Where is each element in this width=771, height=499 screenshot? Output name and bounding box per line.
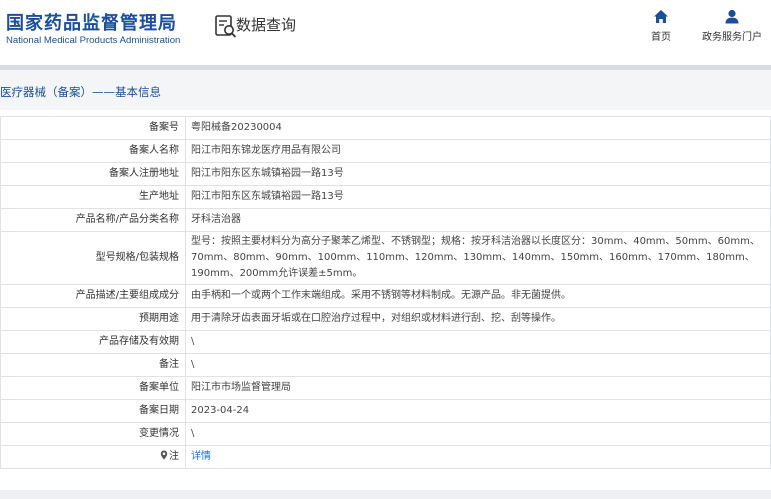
- row-label-storage-validity: 产品存储及有效期: [0, 330, 186, 354]
- row-value-product-name: 牙科洁治器: [185, 208, 771, 232]
- details-link[interactable]: 详情: [191, 451, 211, 462]
- table-row: 预期用途 用于清除牙齿表面牙垢或在口腔治疗过程中，对组织或材料进行刮、挖、刮等操…: [0, 307, 771, 331]
- row-label-remarks: 备注: [0, 353, 186, 377]
- row-value-description: 由手柄和一个或两个工作末端组成。采用不锈钢等材料制成。无源产品。非无菌提供。: [185, 284, 771, 308]
- nav-home[interactable]: 首页: [646, 9, 676, 43]
- row-value-intended-use: 用于清除牙齿表面牙垢或在口腔治疗过程中，对组织或材料进行刮、挖、刮等操作。: [185, 307, 771, 331]
- row-value-remarks: \: [185, 353, 771, 377]
- table-row: 注 详情: [0, 445, 771, 469]
- row-label-note: 注: [0, 445, 186, 469]
- row-value-production-address: 阳江市阳东区东城镇裕园一路13号: [185, 185, 771, 209]
- record-detail-table: 备案号 粤阳械备20230004 备案人名称 阳江市阳东锦龙医疗用品有限公司 备…: [0, 116, 771, 469]
- row-label-description: 产品描述/主要组成成分: [0, 284, 186, 308]
- row-value-registrant-name: 阳江市阳东锦龙医疗用品有限公司: [185, 139, 771, 163]
- row-value-filing-date: 2023-04-24: [185, 399, 771, 423]
- row-label-model-spec: 型号规格/包装规格: [0, 231, 186, 285]
- row-label-registrant-name: 备案人名称: [0, 139, 186, 163]
- nav-home-label: 首页: [651, 32, 671, 43]
- logo-title[interactable]: 国家药品监督管理局: [6, 9, 177, 35]
- row-value-filing-unit: 阳江市市场监督管理局: [185, 376, 771, 400]
- user-icon: [725, 9, 739, 24]
- row-value-record-number: 粤阳械备20230004: [185, 116, 771, 140]
- row-label-filing-date: 备案日期: [0, 399, 186, 423]
- table-row: 备案人注册地址 阳江市阳东区东城镇裕园一路13号: [0, 162, 771, 186]
- site-header: 国家药品监督管理局 National Medical Products Admi…: [0, 0, 771, 64]
- logo-subtitle: National Medical Products Administration: [6, 35, 181, 46]
- home-icon: [654, 10, 668, 23]
- table-row: 产品名称/产品分类名称 牙科洁治器: [0, 208, 771, 232]
- row-value-note: 详情: [185, 445, 771, 469]
- row-value-change-status: \: [185, 422, 771, 446]
- table-row: 备注 \: [0, 353, 771, 377]
- table-row: 产品描述/主要组成成分 由手柄和一个或两个工作末端组成。采用不锈钢等材料制成。无…: [0, 284, 771, 308]
- row-label-production-address: 生产地址: [0, 185, 186, 209]
- row-value-registered-address: 阳江市阳东区东城镇裕园一路13号: [185, 162, 771, 186]
- page-section-title: 数据查询: [236, 16, 297, 34]
- table-row: 产品存储及有效期 \: [0, 330, 771, 354]
- breadcrumb-page: 基本信息: [115, 85, 161, 99]
- row-label-product-name: 产品名称/产品分类名称: [0, 208, 186, 232]
- row-value-model-spec: 型号：按照主要材料分为高分子聚苯乙烯型、不锈钢型；规格：按牙科洁治器以长度区分：…: [185, 231, 771, 285]
- row-label-intended-use: 预期用途: [0, 307, 186, 331]
- breadcrumb: 医疗器械（备案）——基本信息: [0, 84, 161, 100]
- footer-strip: [0, 490, 771, 499]
- nav-service-portal[interactable]: 政务服务门户: [698, 9, 766, 43]
- row-label-filing-unit: 备案单位: [0, 376, 186, 400]
- table-row: 生产地址 阳江市阳东区东城镇裕园一路13号: [0, 185, 771, 209]
- table-row: 变更情况 \: [0, 422, 771, 446]
- row-label-change-status: 变更情况: [0, 422, 186, 446]
- table-row: 备案单位 阳江市市场监督管理局: [0, 376, 771, 400]
- breadcrumb-category[interactable]: 医疗器械（备案）: [0, 85, 92, 99]
- table-row: 备案人名称 阳江市阳东锦龙医疗用品有限公司: [0, 139, 771, 163]
- nav-service-portal-label: 政务服务门户: [702, 32, 762, 43]
- table-row: 备案日期 2023-04-24: [0, 399, 771, 423]
- row-label-note-text: 注: [169, 451, 179, 462]
- row-label-record-number: 备案号: [0, 116, 186, 140]
- table-row: 备案号 粤阳械备20230004: [0, 116, 771, 140]
- location-pin-icon: [160, 450, 168, 460]
- breadcrumb-separator: ——: [92, 85, 115, 99]
- row-value-storage-validity: \: [185, 330, 771, 354]
- row-label-registered-address: 备案人注册地址: [0, 162, 186, 186]
- table-row: 型号规格/包装规格 型号：按照主要材料分为高分子聚苯乙烯型、不锈钢型；规格：按牙…: [0, 231, 771, 285]
